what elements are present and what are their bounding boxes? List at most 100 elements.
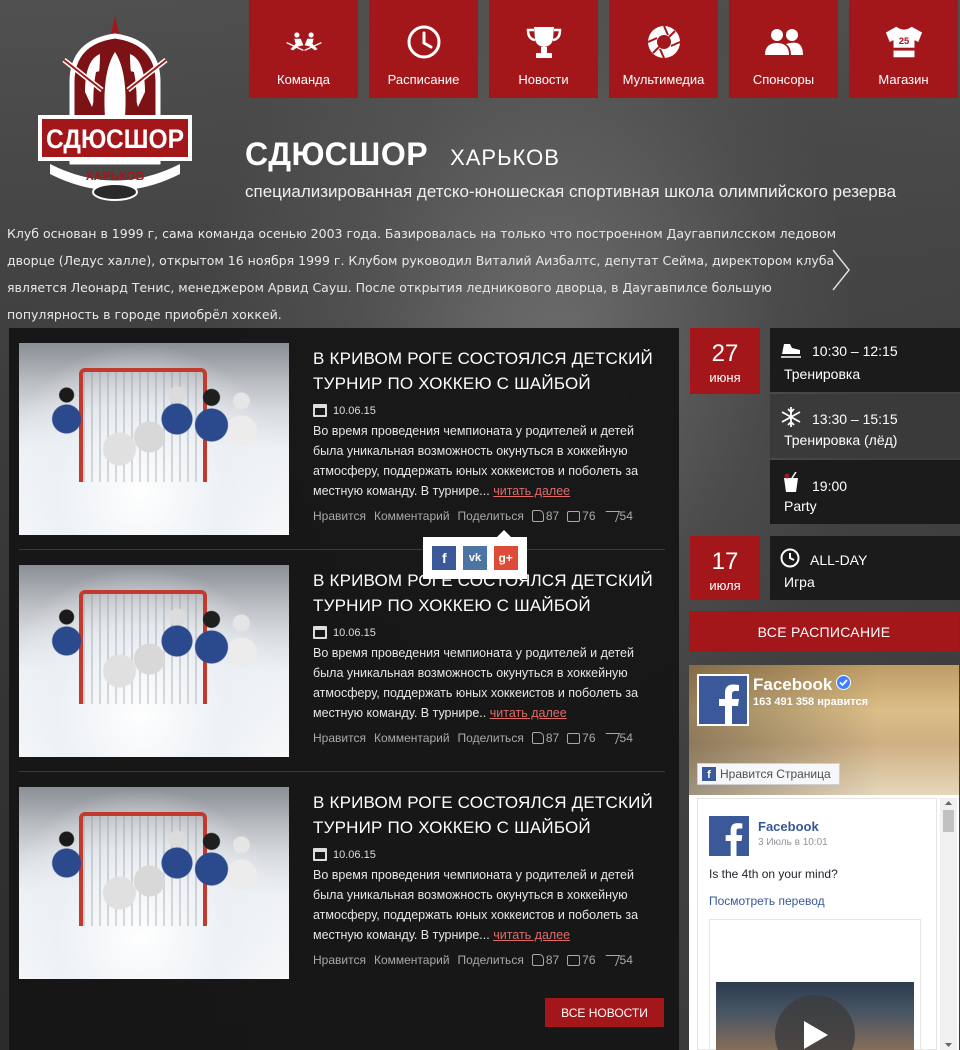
thumbs-up-icon: [531, 954, 544, 966]
event-time: 19:00: [812, 477, 848, 494]
news-panel: В КРИВОМ РОГЕ СОСТОЯЛСЯ ДЕТСКИЙ ТУРНИР П…: [9, 328, 679, 1050]
facebook-post-logo[interactable]: [709, 816, 749, 856]
news-image[interactable]: [19, 787, 289, 979]
event-name: Тренировка: [784, 366, 861, 382]
event-name: Игра: [784, 574, 815, 590]
facebook-widget: Facebook 163 491 358 нравится f Нравится…: [689, 665, 959, 1050]
facebook-page-name[interactable]: Facebook: [753, 675, 832, 695]
people-icon: [764, 22, 804, 62]
nav-shop[interactable]: 25 Магазин: [849, 0, 958, 98]
comment-link[interactable]: Комментарий: [374, 731, 450, 745]
schedule-day: 27: [711, 340, 739, 367]
comments-count: 76: [582, 953, 596, 967]
share-arrow-icon: [601, 510, 620, 522]
schedule-month: июля: [709, 578, 741, 593]
club-intro-text: Клуб основан в 1999 г, сама команда осен…: [7, 226, 837, 322]
share-popup: f vk g+: [423, 530, 527, 579]
news-title[interactable]: В КРИВОМ РОГЕ СОСТОЯЛСЯ ДЕТСКИЙ ТУРНИР П…: [313, 346, 663, 396]
schedule-event[interactable]: 10:30 – 12:15 Тренировка: [770, 328, 960, 392]
read-more-link[interactable]: читать далее: [493, 928, 570, 942]
jersey-icon: 25: [884, 22, 924, 62]
like-link[interactable]: Нравится: [313, 953, 366, 967]
facebook-icon: f: [702, 767, 716, 781]
facebook-post-video[interactable]: [709, 919, 921, 1050]
share-link[interactable]: Поделиться: [458, 953, 524, 967]
clock-icon: [404, 22, 444, 62]
facebook-icon[interactable]: f: [432, 546, 457, 570]
jersey-number: 25: [898, 36, 909, 47]
nav-schedule[interactable]: Расписание: [369, 0, 478, 98]
nav-multimedia[interactable]: Мультимедиа: [609, 0, 718, 98]
schedule-date: 27 июня: [690, 328, 760, 394]
hockey-players-icon: [284, 22, 324, 62]
schedule-day: 17: [711, 548, 739, 575]
facebook-translate-link[interactable]: Посмотреть перевод: [709, 894, 825, 908]
facebook-likes-count: 163 491 358 нравится: [753, 696, 869, 708]
facebook-scrollbar[interactable]: [940, 798, 957, 1050]
facebook-feed[interactable]: Facebook 3 Июль в 10:01 Is the 4th on yo…: [697, 798, 937, 1050]
read-more-link[interactable]: читать далее: [490, 706, 567, 720]
schedule-event[interactable]: ALL-DAY Игра: [770, 536, 960, 600]
comment-icon: [567, 954, 581, 966]
facebook-logo[interactable]: [697, 674, 749, 726]
share-link[interactable]: Поделиться: [458, 731, 524, 745]
nav-schedule-label: Расписание: [387, 72, 460, 87]
shares-count: 54: [619, 953, 633, 967]
comment-icon: [567, 510, 581, 522]
facebook-post-author[interactable]: Facebook: [758, 819, 819, 834]
thumbs-up-icon: [531, 510, 544, 522]
nav-shop-label: Магазин: [878, 72, 929, 87]
event-name: Тренировка (лёд): [784, 432, 898, 448]
thumbs-up-icon: [531, 732, 544, 744]
schedule-date: 17 июля: [690, 536, 760, 600]
news-excerpt: Во время проведения чемпионата у родител…: [313, 646, 639, 720]
trophy-icon: [524, 22, 564, 62]
nav-team[interactable]: Команда: [249, 0, 358, 98]
nav-news[interactable]: Новости: [489, 0, 598, 98]
schedule-event[interactable]: 13:30 – 15:15 Тренировка (лёд): [770, 394, 960, 458]
event-time: 13:30 – 15:15: [812, 410, 898, 427]
all-news-button[interactable]: ВСЕ НОВОСТИ: [545, 998, 664, 1027]
facebook-like-page-button[interactable]: f Нравится Страница: [697, 763, 840, 785]
nav-news-label: Новости: [518, 72, 569, 87]
calendar-icon: [313, 626, 327, 639]
chevron-right-icon[interactable]: [830, 248, 852, 292]
site-title-main: СДЮСШОР: [245, 136, 429, 172]
share-link[interactable]: Поделиться: [458, 509, 524, 523]
comment-icon: [567, 732, 581, 744]
comment-link[interactable]: Комментарий: [374, 509, 450, 523]
news-image[interactable]: [19, 565, 289, 757]
site-title: СДЮСШОР ХАРЬКОВ: [245, 136, 560, 173]
facebook-post-time[interactable]: 3 Июль в 10:01: [758, 837, 828, 848]
news-image[interactable]: [19, 343, 289, 535]
google-plus-icon[interactable]: g+: [493, 546, 518, 570]
read-more-link[interactable]: читать далее: [493, 484, 570, 498]
share-arrow-icon: [601, 732, 620, 744]
club-logo[interactable]: СДЮСШОР ХАРЬКОВ: [30, 12, 200, 212]
facebook-like-label: Нравится Страница: [720, 767, 831, 781]
event-name: Party: [784, 498, 817, 514]
facebook-cover: Facebook 163 491 358 нравится f Нравится…: [689, 665, 959, 795]
site-title-city: ХАРЬКОВ: [450, 145, 560, 170]
like-link[interactable]: Нравится: [313, 509, 366, 523]
vk-icon[interactable]: vk: [462, 546, 487, 570]
comment-link[interactable]: Комментарий: [374, 953, 450, 967]
news-title[interactable]: В КРИВОМ РОГЕ СОСТОЯЛСЯ ДЕТСКИЙ ТУРНИР П…: [313, 790, 663, 840]
all-schedule-button[interactable]: ВСЕ РАСПИСАНИЕ: [689, 611, 959, 652]
news-date: 10.06.15: [333, 404, 376, 417]
club-intro: Клуб основан в 1999 г, сама команда осен…: [7, 220, 947, 328]
schedule-event[interactable]: 19:00 Party: [770, 460, 960, 524]
calendar-icon: [313, 404, 327, 417]
shares-count: 54: [619, 731, 633, 745]
shares-count: 54: [619, 509, 633, 523]
share-arrow-icon: [601, 954, 620, 966]
like-link[interactable]: Нравится: [313, 731, 366, 745]
news-article: В КРИВОМ РОГЕ СОСТОЯЛСЯ ДЕТСКИЙ ТУРНИР П…: [19, 550, 665, 772]
nav-sponsors[interactable]: Спонсоры: [729, 0, 838, 98]
skate-icon: [780, 340, 802, 361]
news-date: 10.06.15: [333, 626, 376, 639]
news-article: В КРИВОМ РОГЕ СОСТОЯЛСЯ ДЕТСКИЙ ТУРНИР П…: [19, 772, 665, 994]
calendar-icon: [313, 848, 327, 861]
news-excerpt: Во время проведения чемпионата у родител…: [313, 868, 639, 942]
news-excerpt: Во время проведения чемпионата у родител…: [313, 424, 639, 498]
